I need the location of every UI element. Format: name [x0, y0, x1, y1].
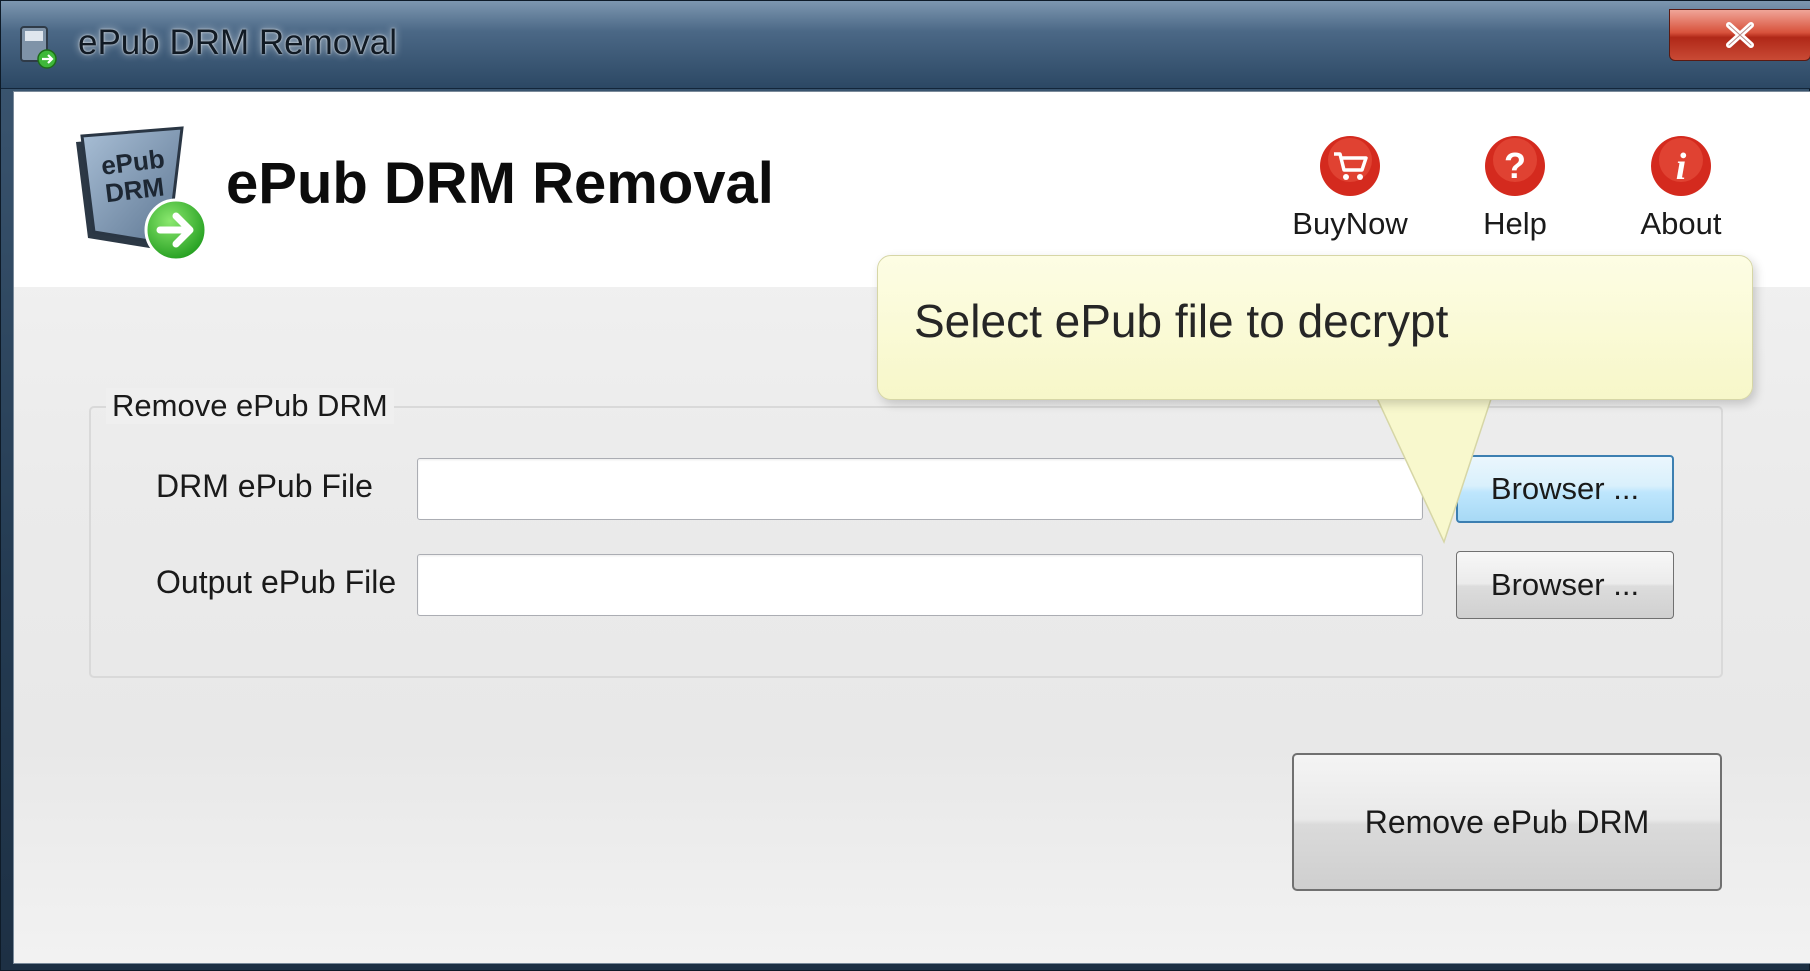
output-file-input[interactable] [417, 554, 1423, 616]
help-button[interactable]: ? Help [1445, 134, 1585, 250]
tooltip-text: Select ePub file to decrypt [914, 295, 1449, 347]
svg-text:i: i [1676, 146, 1687, 188]
window-title: ePub DRM Removal [78, 23, 397, 62]
close-icon [1726, 22, 1754, 48]
about-label: About [1640, 206, 1722, 241]
drm-file-input[interactable] [417, 458, 1423, 520]
epub-drm-logo-icon: ePub DRM [76, 126, 208, 262]
remove-drm-button[interactable]: Remove ePub DRM [1292, 753, 1722, 891]
app-window: ePub DRM Removal ePub DRM ePub DRM Remov… [0, 0, 1810, 971]
about-button[interactable]: i About [1611, 134, 1751, 250]
buy-now-label: BuyNow [1292, 206, 1408, 241]
buy-now-button[interactable]: BuyNow [1280, 134, 1420, 250]
help-label: Help [1483, 206, 1547, 241]
output-file-label: Output ePub File [156, 564, 397, 600]
app-title-icon [20, 26, 57, 69]
info-icon: i [1651, 136, 1711, 196]
help-icon: ? [1485, 136, 1545, 196]
tooltip: Select ePub file to decrypt [877, 255, 1753, 400]
title-bar[interactable]: ePub DRM Removal [1, 1, 1810, 89]
groupbox-label: Remove ePub DRM [106, 388, 394, 424]
app-title: ePub DRM Removal [226, 151, 774, 216]
cart-icon [1320, 136, 1380, 196]
client-area: ePub DRM ePub DRM Removal BuyNow ? Help … [13, 91, 1810, 964]
drm-file-label: DRM ePub File [156, 468, 373, 504]
close-button[interactable] [1669, 9, 1810, 61]
output-file-browse-button[interactable]: Browser ... [1456, 551, 1674, 619]
svg-text:?: ? [1504, 145, 1526, 186]
tooltip-tail [1374, 392, 1494, 545]
